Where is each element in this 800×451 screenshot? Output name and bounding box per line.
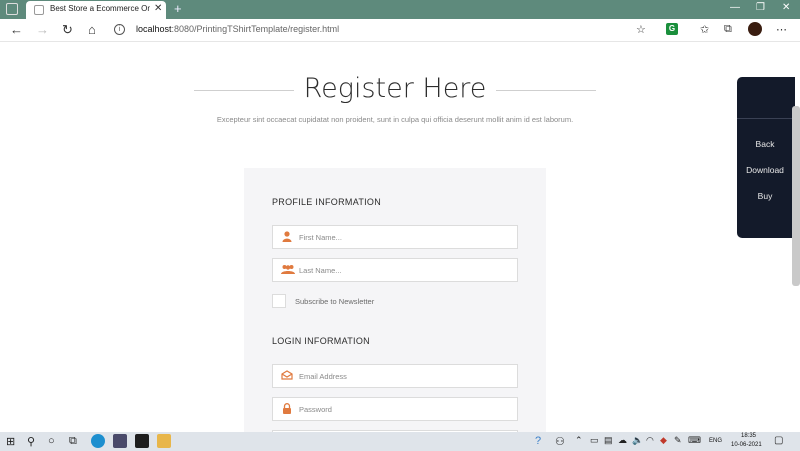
first-name-input[interactable]: [299, 230, 509, 244]
cloud-icon[interactable]: ☁: [618, 435, 627, 446]
language-indicator[interactable]: ENG: [709, 438, 722, 444]
last-name-input[interactable]: [299, 263, 509, 277]
url-host: localhost: [136, 24, 172, 34]
file-explorer-icon[interactable]: [157, 434, 171, 448]
side-panel: Back Download Buy: [737, 77, 795, 238]
task-view-icon[interactable]: ⧉: [69, 435, 77, 448]
people-icon[interactable]: ⚇: [555, 435, 565, 448]
forward-arrow-icon[interactable]: →: [36, 22, 49, 37]
clock-time[interactable]: 18:35: [741, 433, 756, 439]
browser-tab[interactable]: Best Store a Ecommerce Online ✕: [26, 1, 166, 19]
wifi-icon[interactable]: ◠: [646, 435, 654, 446]
favorites-icon[interactable]: ✩: [700, 23, 709, 36]
refresh-icon[interactable]: ↻: [62, 22, 73, 38]
extension-icon[interactable]: G: [666, 23, 678, 35]
keyboard-icon[interactable]: ⌨: [688, 435, 701, 446]
volume-icon[interactable]: 🔈: [632, 435, 643, 446]
notifications-icon[interactable]: ▢: [774, 435, 783, 446]
pen-icon[interactable]: ✎: [674, 435, 682, 446]
address-toolbar: ← → ↻ ⌂ i localhost:8080/PrintingTShirtT…: [0, 19, 800, 42]
page-favicon-icon: [34, 5, 44, 15]
profile-avatar[interactable]: [748, 22, 762, 36]
password-field[interactable]: [272, 397, 518, 421]
url-field[interactable]: i localhost:8080/PrintingTShirtTemplate/…: [106, 21, 654, 39]
title-divider-right: [496, 90, 596, 91]
new-tab-button[interactable]: +: [174, 1, 182, 16]
minimize-icon[interactable]: —: [730, 2, 740, 13]
last-name-field[interactable]: [272, 258, 518, 282]
home-icon[interactable]: ⌂: [88, 22, 96, 37]
search-icon[interactable]: ⚲: [27, 435, 35, 448]
more-menu-icon[interactable]: ⋯: [776, 23, 787, 36]
restore-icon[interactable]: ❐: [756, 2, 765, 13]
tray-app-icon-2[interactable]: ▤: [604, 435, 613, 446]
page-subtitle: Excepteur sint occaecat cupidatat non pr…: [216, 115, 574, 124]
password-input[interactable]: [299, 402, 509, 416]
terminal-app-icon[interactable]: [135, 434, 149, 448]
taskbar: ⊞ ⚲ ○ ⧉ ? ⚇ ⌃ ▭ ▤ ☁ 🔈 ◠ ◆ ✎ ⌨ ENG 18:35 …: [0, 432, 800, 451]
back-arrow-icon[interactable]: ←: [10, 22, 23, 37]
email-field[interactable]: [272, 364, 518, 388]
login-section-title: LOGIN INFORMATION: [272, 336, 370, 346]
help-icon[interactable]: ?: [535, 435, 541, 447]
app-icon[interactable]: [113, 434, 127, 448]
cortana-icon[interactable]: ○: [48, 435, 55, 447]
windows-start-icon[interactable]: ⊞: [6, 435, 15, 448]
close-tab-icon[interactable]: ✕: [154, 3, 162, 14]
site-info-icon[interactable]: i: [114, 24, 125, 35]
favorite-star-icon[interactable]: ☆: [636, 23, 646, 36]
users-icon: [281, 264, 295, 276]
newsletter-checkbox[interactable]: [272, 294, 286, 308]
collections-icon[interactable]: ⧉: [724, 23, 732, 36]
download-link[interactable]: Download: [737, 165, 793, 175]
page-scrollbar[interactable]: [792, 106, 800, 286]
register-form: PROFILE INFORMATION Subscribe to Newslet…: [244, 168, 546, 432]
url-path: :8080/PrintingTShirtTemplate/register.ht…: [171, 24, 340, 34]
window-menu-icon[interactable]: [6, 3, 18, 15]
envelope-icon: [281, 370, 293, 382]
tray-app-icon-1[interactable]: ▭: [590, 435, 599, 446]
user-icon: [281, 231, 293, 243]
newsletter-label[interactable]: Subscribe to Newsletter: [295, 297, 374, 306]
profile-section-title: PROFILE INFORMATION: [272, 197, 382, 207]
url-text: localhost:8080/PrintingTShirtTemplate/re…: [136, 24, 339, 34]
page-title: Register Here: [303, 73, 487, 104]
back-link[interactable]: Back: [737, 139, 793, 149]
buy-link[interactable]: Buy: [737, 191, 793, 201]
clock-date[interactable]: 10-06-2021: [731, 442, 762, 448]
edge-app-icon[interactable]: [91, 434, 105, 448]
lock-icon: [281, 403, 293, 415]
close-window-icon[interactable]: ✕: [782, 2, 790, 13]
tab-title: Best Store a Ecommerce Online: [50, 4, 150, 13]
first-name-field[interactable]: [272, 225, 518, 249]
page-content: Register Here Excepteur sint occaecat cu…: [0, 43, 800, 432]
security-icon[interactable]: ◆: [660, 435, 667, 446]
side-panel-divider: [737, 118, 795, 119]
email-input[interactable]: [299, 369, 509, 383]
tray-chevron-icon[interactable]: ⌃: [575, 435, 583, 446]
browser-tab-bar: Best Store a Ecommerce Online ✕ + — ❐ ✕: [0, 0, 800, 19]
